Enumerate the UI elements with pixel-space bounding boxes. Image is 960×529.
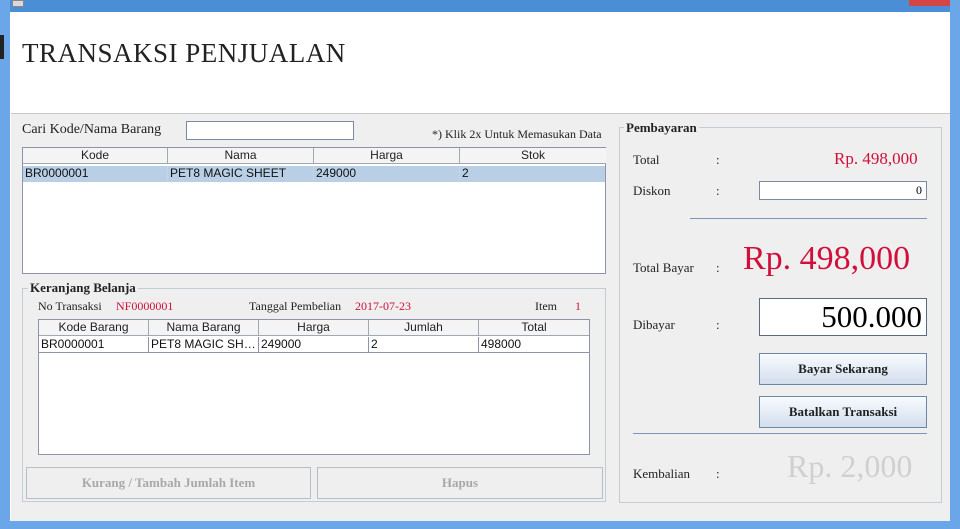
product-table[interactable]: Kode Nama Harga Stok BR0000001 PET8 MAGI… [22,147,606,274]
window-border-right [950,0,960,529]
cart-table[interactable]: Kode Barang Nama Barang Harga Jumlah Tot… [38,319,590,455]
diskon-colon: : [716,183,720,198]
column-header-kode-barang[interactable]: Kode Barang [39,320,149,336]
cell-harga: 249000 [314,166,460,182]
table-row[interactable]: BR0000001 PET8 MAGIC SHE... 249000 2 498… [39,337,589,353]
dibayar-label: Dibayar [633,317,675,332]
cell-nama-barang: PET8 MAGIC SHE... [151,337,259,353]
adjust-quantity-button[interactable]: Kurang / Tambah Jumlah Item [26,467,311,499]
cell-nama: PET8 MAGIC SHEET [168,166,314,182]
window-border-bottom [0,521,960,529]
payment-title: Pembayaran [624,120,699,136]
tanggal-value: 2017-07-23 [355,299,411,313]
cell-kode-barang: BR0000001 [39,337,149,353]
total-value: Rp. 498,000 [834,149,918,168]
kembalian-value: Rp. 2,000 [787,448,913,484]
kembalian-colon: : [716,466,720,481]
kembalian-label: Kembalian [633,466,691,481]
column-header-total[interactable]: Total [479,320,589,336]
cell-jumlah: 2 [369,337,479,353]
cell-stok: 2 [462,166,469,180]
divider [690,218,927,219]
cell-kode: BR0000001 [23,166,168,182]
background-window-edge [0,35,4,59]
cancel-transaction-button[interactable]: Batalkan Transaksi [759,396,927,428]
window-border-left [0,0,10,529]
cart-title: Keranjang Belanja [28,280,138,296]
app-icon [12,0,24,7]
cell-harga: 249000 [259,337,369,353]
total-bayar-label: Total Bayar [633,260,694,275]
column-header-nama[interactable]: Nama [168,148,314,164]
no-transaksi-value: NF0000001 [116,299,174,313]
diskon-label: Diskon [633,183,671,198]
dibayar-colon: : [716,317,720,332]
divider [633,433,927,434]
dibayar-input[interactable] [759,298,927,336]
no-transaksi-label: No Transaksi [38,299,102,313]
item-count-value: 1 [575,299,581,313]
column-header-kode[interactable]: Kode [23,148,168,164]
cell-total: 498000 [481,337,522,351]
total-colon: : [716,152,720,167]
table-row[interactable]: BR0000001 PET8 MAGIC SHEET 249000 2 [23,166,605,182]
tanggal-label: Tanggal Pembelian [249,299,342,313]
column-header-jumlah[interactable]: Jumlah [369,320,479,336]
diskon-input[interactable] [759,181,927,200]
total-bayar-colon: : [716,260,720,275]
page-title: TRANSAKSI PENJUALAN [22,38,346,68]
search-input[interactable] [186,121,354,140]
column-header-nama-barang[interactable]: Nama Barang [149,320,259,336]
search-label: Cari Kode/Nama Barang [22,122,162,137]
total-bayar-value: Rp. 498,000 [743,240,911,277]
column-header-stok[interactable]: Stok [460,148,606,164]
item-count-label: Item [535,299,557,313]
pay-now-button[interactable]: Bayar Sekarang [759,353,927,385]
window-title-bar[interactable] [0,0,960,12]
delete-item-button[interactable]: Hapus [317,467,603,499]
column-header-harga[interactable]: Harga [259,320,369,336]
column-header-harga[interactable]: Harga [314,148,460,164]
total-label: Total [633,152,660,167]
double-click-hint: *) Klik 2x Untuk Memasukan Data [432,127,602,141]
